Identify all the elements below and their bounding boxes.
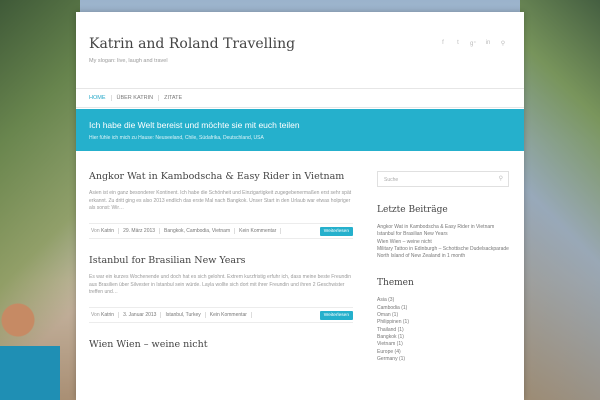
banner-subtitle: Hier fühle ich mich zu Hause: Neuseeland…	[89, 135, 264, 141]
nav-item-zitate[interactable]: ZITATE	[159, 95, 187, 101]
search-placeholder: Suche	[384, 177, 399, 183]
post-item: Angkor Wat in Kambodscha & Easy Rider in…	[89, 171, 354, 239]
theme-link[interactable]: Philippinen (1)	[377, 319, 511, 326]
post-item: Istanbul for Brasilian New Years Es war …	[89, 255, 354, 323]
post-meta: Von Katrin 3. Januar 2013 Istanbul, Turk…	[89, 307, 354, 323]
twitter-icon[interactable]: t	[455, 40, 461, 47]
recent-post-link[interactable]: Istanbul for Brasilian New Years	[377, 231, 511, 238]
read-more-button[interactable]: Weiterlesen	[319, 311, 354, 320]
intro-banner: Ich habe die Welt bereist und möchte sie…	[76, 109, 524, 151]
theme-link[interactable]: Asia (3)	[377, 297, 511, 304]
recent-post-link[interactable]: Angkor Wat in Kambodscha & Easy Rider in…	[377, 224, 511, 231]
theme-link[interactable]: Germany (1)	[377, 356, 511, 363]
post-title[interactable]: Wien Wien – weine nicht	[89, 339, 353, 350]
theme-link[interactable]: Vietnam (1)	[377, 341, 511, 348]
nav-item-ueber-katrin[interactable]: ÜBER KATRIN	[112, 95, 160, 101]
search-icon[interactable]: ⚲	[499, 175, 503, 182]
post-author: Von Katrin	[89, 228, 120, 234]
facebook-icon[interactable]: f	[440, 40, 446, 47]
meta-by-label: Von	[91, 312, 100, 318]
post-author: Von Katrin	[89, 312, 120, 318]
post-title[interactable]: Istanbul for Brasilian New Years	[89, 255, 353, 266]
nav-item-home[interactable]: HOME	[89, 95, 112, 101]
main-nav: HOME ÜBER KATRIN ZITATE	[76, 88, 524, 108]
post-date: 3. Januar 2013	[119, 312, 162, 318]
search-icon[interactable]: ⚲	[500, 40, 506, 47]
author-link[interactable]: Katrin	[101, 228, 114, 234]
sidebar: Suche ⚲ Letzte Beiträge Angkor Wat in Ka…	[377, 171, 511, 363]
site-header: Katrin and Roland Travelling My slogan: …	[76, 12, 524, 88]
author-link[interactable]: Katrin	[101, 312, 114, 318]
background-palm-right	[520, 0, 600, 400]
theme-link[interactable]: Bangkok (1)	[377, 334, 511, 341]
background-person-photo	[0, 280, 60, 400]
post-excerpt: Asien ist ein ganz besonderer Kontinent.…	[89, 190, 352, 211]
recent-posts-title: Letzte Beiträge	[377, 205, 448, 215]
theme-link[interactable]: Cambodia (1)	[377, 305, 511, 312]
post-comments[interactable]: Kein Kommentar	[206, 312, 252, 318]
search-input[interactable]: Suche ⚲	[377, 171, 510, 187]
post-excerpt: Es war ein kurzes Wochenende und doch ha…	[89, 274, 351, 295]
post-list: Angkor Wat in Kambodscha & Easy Rider in…	[89, 171, 354, 363]
theme-link[interactable]: Thailand (1)	[377, 327, 511, 334]
post-categories[interactable]: Istanbul, Turkey	[161, 312, 206, 318]
meta-by-label: Von	[91, 228, 100, 234]
post-comments[interactable]: Kein Kommentar	[235, 228, 282, 234]
themes-title: Themen	[377, 278, 414, 289]
content-area: Angkor Wat in Kambodscha & Easy Rider in…	[76, 151, 524, 363]
recent-post-link[interactable]: Wien Wien – weine nicht	[377, 239, 511, 246]
banner-title: Ich habe die Welt bereist und möchte sie…	[89, 120, 300, 130]
post-item: Wien Wien – weine nicht	[89, 339, 353, 350]
recent-post-link[interactable]: North Island of New Zealand in 1 month	[377, 253, 511, 260]
post-date: 29. März 2013	[119, 228, 161, 234]
post-title[interactable]: Angkor Wat in Kambodscha & Easy Rider in…	[89, 171, 353, 182]
themes-list: Asia (3) Cambodia (1) Oman (1) Philippin…	[377, 297, 511, 363]
linkedin-icon[interactable]: in	[485, 40, 491, 47]
page-container: Katrin and Roland Travelling My slogan: …	[76, 12, 524, 400]
social-icons: f t g⁺ in ⚲	[440, 40, 506, 47]
post-categories[interactable]: Bangkok, Cambodia, Vietnam	[160, 228, 236, 234]
site-tagline: My slogan: live, laugh and travel	[89, 58, 168, 64]
recent-posts-list: Angkor Wat in Kambodscha & Easy Rider in…	[377, 224, 511, 260]
theme-link[interactable]: Europe (4)	[377, 349, 511, 356]
read-more-button[interactable]: Weiterlesen	[319, 227, 354, 236]
theme-link[interactable]: Oman (1)	[377, 312, 511, 319]
recent-post-link[interactable]: Military Tattoo in Edinburgh – Schottisc…	[377, 246, 511, 253]
google-plus-icon[interactable]: g⁺	[470, 40, 477, 47]
post-meta: Von Katrin 29. März 2013 Bangkok, Cambod…	[89, 223, 354, 239]
